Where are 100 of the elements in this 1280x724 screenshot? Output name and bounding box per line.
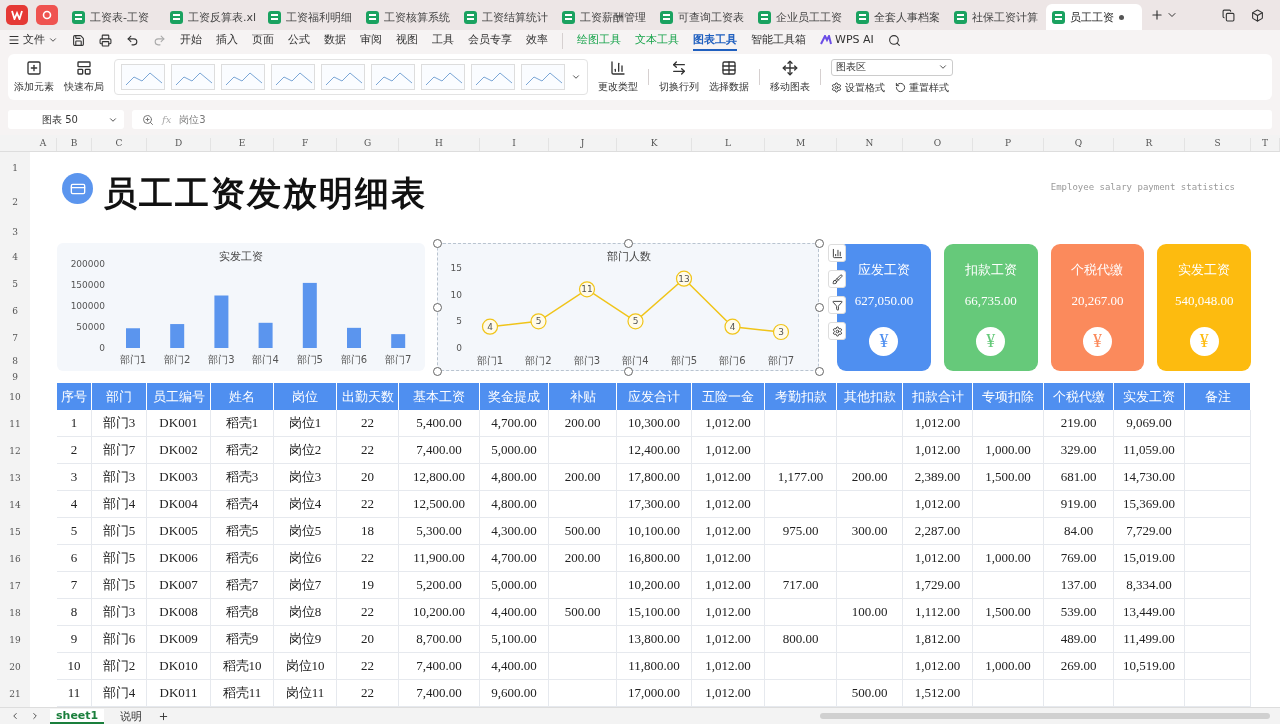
- menu-tab[interactable]: WPS AI: [820, 31, 874, 51]
- column-header[interactable]: R: [1114, 137, 1185, 152]
- resize-handle[interactable]: [624, 239, 633, 249]
- menu-tab[interactable]: 插入: [216, 30, 238, 52]
- chart-style-thumbnail[interactable]: [221, 63, 265, 90]
- column-header[interactable]: M: [765, 137, 837, 152]
- menu-tab[interactable]: 公式: [288, 30, 310, 52]
- chart-style-thumbnail[interactable]: [171, 63, 215, 90]
- column-header[interactable]: G: [337, 137, 399, 152]
- menu-tab[interactable]: 视图: [396, 30, 418, 52]
- document-tab[interactable]: 全套人事档案: [850, 4, 946, 30]
- first-sheet-icon[interactable]: [10, 711, 20, 722]
- column-header[interactable]: A: [30, 137, 57, 152]
- row-header[interactable]: 11: [0, 410, 30, 438]
- row-header[interactable]: 12: [0, 437, 30, 465]
- column-header[interactable]: B: [57, 137, 92, 152]
- redo-icon[interactable]: [153, 34, 166, 48]
- resize-handle[interactable]: [433, 239, 442, 249]
- row-header[interactable]: 3: [0, 220, 30, 244]
- file-menu[interactable]: 文件: [8, 30, 58, 52]
- document-tab[interactable]: 工资表-工资: [66, 4, 162, 30]
- add-element-button[interactable]: 添加元素: [14, 59, 54, 94]
- menu-tab[interactable]: 开始: [180, 30, 202, 52]
- menu-tab[interactable]: 页面: [252, 30, 274, 52]
- column-header[interactable]: Q: [1044, 137, 1114, 152]
- search-icon[interactable]: [887, 34, 901, 48]
- row-header[interactable]: 7: [0, 324, 30, 352]
- menu-tab[interactable]: 会员专享: [468, 30, 512, 52]
- document-tab[interactable]: 社保工资计算: [948, 4, 1044, 30]
- row-header[interactable]: 10: [0, 383, 30, 411]
- new-tab-icon[interactable]: [1150, 8, 1164, 22]
- resize-handle[interactable]: [433, 303, 442, 313]
- document-tab[interactable]: 工资核算系统: [360, 4, 456, 30]
- format-button[interactable]: 设置格式: [831, 80, 885, 95]
- move-chart-button[interactable]: 移动图表: [770, 59, 810, 94]
- resize-handle[interactable]: [433, 367, 442, 377]
- app-logo[interactable]: [6, 5, 28, 25]
- chart-style-thumbnail[interactable]: [321, 63, 365, 90]
- printer-icon[interactable]: [99, 34, 112, 48]
- row-header[interactable]: 16: [0, 545, 30, 573]
- menu-tab[interactable]: 智能工具箱: [751, 30, 806, 52]
- window-icon[interactable]: [1222, 8, 1235, 22]
- menu-tab[interactable]: 效率: [526, 30, 548, 52]
- chart-style-thumbnail[interactable]: [271, 63, 315, 90]
- column-header[interactable]: D: [147, 137, 211, 152]
- chart-style-thumbnail[interactable]: [421, 63, 465, 90]
- row-header[interactable]: 15: [0, 518, 30, 546]
- chart-style-thumbnail[interactable]: [371, 63, 415, 90]
- name-box[interactable]: 图表 50: [8, 110, 124, 130]
- row-header[interactable]: 17: [0, 572, 30, 600]
- chart-style-button[interactable]: [828, 270, 846, 289]
- app-icon[interactable]: [36, 5, 58, 25]
- row-header[interactable]: 1: [0, 152, 30, 185]
- row-header[interactable]: 14: [0, 491, 30, 519]
- next-sheet-icon[interactable]: [30, 711, 40, 722]
- menu-tab[interactable]: 工具: [432, 30, 454, 52]
- document-tab[interactable]: 工资结算统计: [458, 4, 554, 30]
- column-header[interactable]: K: [617, 137, 692, 152]
- row-header[interactable]: 2: [0, 184, 30, 221]
- chart-style-thumbnail[interactable]: [471, 63, 515, 90]
- undo-icon[interactable]: [126, 34, 139, 48]
- resize-handle[interactable]: [815, 303, 824, 313]
- cube-icon[interactable]: [1251, 8, 1264, 22]
- change-type-button[interactable]: 更改类型: [598, 59, 638, 94]
- column-header[interactable]: J: [549, 137, 617, 152]
- column-header[interactable]: E: [211, 137, 274, 152]
- document-tab[interactable]: 工资反算表.xl: [164, 4, 260, 30]
- row-header[interactable]: 9: [0, 371, 30, 384]
- select-data-button[interactable]: 选择数据: [709, 59, 749, 94]
- chart-element-dropdown[interactable]: 图表区: [831, 58, 953, 76]
- sheet-tab[interactable]: 说明: [114, 708, 149, 724]
- row-header[interactable]: 4: [0, 243, 30, 271]
- document-tab[interactable]: 可查询工资表: [654, 4, 750, 30]
- scrollbar[interactable]: [820, 713, 1270, 720]
- column-header[interactable]: H: [399, 137, 480, 152]
- resize-handle[interactable]: [624, 367, 633, 377]
- document-tab[interactable]: 员工工资: [1046, 4, 1142, 30]
- column-header[interactable]: N: [837, 137, 903, 152]
- chart-elements-button[interactable]: [828, 244, 846, 263]
- add-sheet-icon[interactable]: [158, 710, 170, 722]
- switch-row-column-button[interactable]: 切换行列: [659, 59, 699, 94]
- formula-field[interactable]: fx 岗位3: [132, 110, 1272, 130]
- column-header[interactable]: T: [1251, 137, 1280, 152]
- resize-handle[interactable]: [815, 239, 824, 249]
- row-header[interactable]: 19: [0, 626, 30, 654]
- row-header[interactable]: 8: [0, 351, 30, 372]
- save-icon[interactable]: [72, 34, 85, 48]
- column-header[interactable]: L: [692, 137, 765, 152]
- resize-handle[interactable]: [815, 367, 824, 377]
- column-header[interactable]: I: [480, 137, 549, 152]
- column-header[interactable]: F: [274, 137, 337, 152]
- row-header[interactable]: 21: [0, 680, 30, 708]
- sheet-tab[interactable]: sheet1: [50, 708, 105, 724]
- quick-layout-button[interactable]: 快速布局: [64, 59, 104, 94]
- menu-tab[interactable]: 审阅: [360, 30, 382, 52]
- chart-style-thumbnail[interactable]: [521, 63, 565, 90]
- column-header[interactable]: P: [973, 137, 1044, 152]
- row-header[interactable]: 6: [0, 297, 30, 325]
- menu-tab[interactable]: 数据: [324, 30, 346, 52]
- document-tab[interactable]: 工资薪酬管理: [556, 4, 652, 30]
